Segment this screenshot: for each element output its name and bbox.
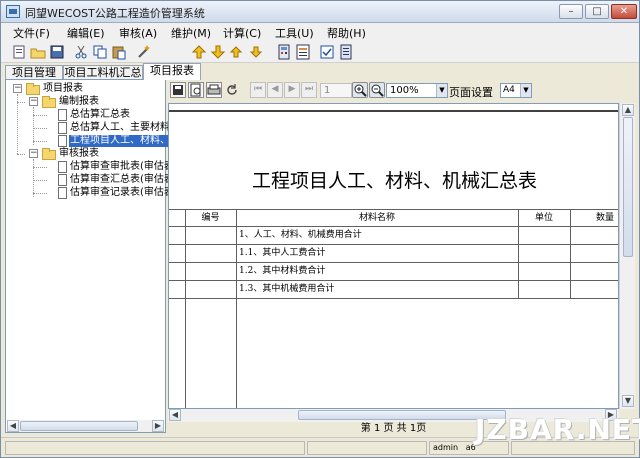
save-report-icon[interactable] (170, 82, 186, 98)
print-icon[interactable] (206, 82, 222, 98)
window-title: 同望WECOST公路工程造价管理系统 (25, 7, 205, 20)
document-icon (58, 161, 67, 173)
arrow-up-icon[interactable] (191, 44, 207, 60)
chevron-down-icon: ▼ (520, 84, 531, 97)
main-toolbar (1, 41, 639, 63)
status-pane-info (307, 441, 427, 455)
column-header-code: 编号 (201, 213, 220, 223)
report-table: 编号 材料名称 单位 数量 1、人工、材料、机械费用合计 1.1、其中人工费合计… (169, 209, 618, 408)
menu-tools[interactable]: 工具(U) (275, 25, 314, 41)
document-icon (58, 187, 67, 199)
site-watermark: JZBAR.NET (475, 413, 640, 446)
preview-icon[interactable] (188, 82, 204, 98)
copy-icon[interactable] (92, 44, 108, 60)
menu-audit[interactable]: 审核(A) (119, 25, 157, 41)
material-name-cell: 1、人工、材料、机械费用合计 (239, 230, 362, 240)
title-bar: 同望WECOST公路工程造价管理系统 – □ ✕ (1, 1, 639, 23)
tree-collapse-compile[interactable]: − (29, 97, 38, 106)
page-top-border (169, 110, 618, 113)
scroll-up-icon[interactable]: ▲ (622, 104, 634, 116)
tab-project-management[interactable]: 项目管理 (5, 65, 63, 80)
form-icon[interactable] (338, 44, 354, 60)
document-icon (58, 109, 67, 121)
menu-maintain[interactable]: 维护(M) (171, 25, 211, 41)
prev-page-button[interactable]: ◀ (267, 82, 283, 98)
main-tabs: 项目管理 项目工料机汇总 项目报表 (1, 63, 639, 80)
scroll-left-icon[interactable]: ◀ (7, 420, 19, 432)
menu-edit[interactable]: 编辑(E) (67, 25, 105, 41)
page-setup-label: 页面设置 (449, 86, 493, 99)
promote-icon[interactable] (229, 44, 245, 60)
first-page-button[interactable]: ⏮ (250, 82, 266, 98)
scroll-thumb[interactable] (20, 421, 138, 431)
scroll-right-icon[interactable]: ▶ (152, 420, 164, 432)
column-header-material-name: 材料名称 (358, 213, 395, 223)
report-title: 工程项目人工、材料、机械汇总表 (251, 170, 537, 192)
folder-icon (42, 96, 56, 108)
demote-icon[interactable] (248, 44, 264, 60)
document-icon (58, 122, 67, 134)
material-name-cell: 1.3、其中机械费用合计 (239, 284, 335, 294)
arrow-down-icon[interactable] (210, 44, 226, 60)
tab-material-summary[interactable]: 项目工料机汇总 (63, 65, 143, 80)
report-viewer: ⏮ ◀ ▶ ⏭ 1 100% ▼ 页面设置 A4 ▼ 工程项目人工、材料、机械汇总表… (168, 79, 635, 436)
paste-icon[interactable] (111, 44, 127, 60)
wand-icon[interactable] (136, 44, 152, 60)
calculator-icon[interactable] (276, 44, 292, 60)
paper-size-select[interactable]: A4 ▼ (500, 83, 532, 98)
maximize-button[interactable]: □ (585, 4, 609, 19)
tree-collapse-root[interactable]: − (13, 84, 22, 93)
menu-calculate[interactable]: 计算(C) (223, 25, 261, 41)
folder-icon (42, 148, 56, 160)
column-header-quantity: 数量 (595, 213, 614, 223)
document-icon (58, 174, 67, 186)
status-pane-main (5, 441, 305, 455)
zoom-select[interactable]: 100% ▼ (386, 83, 448, 98)
next-page-button[interactable]: ▶ (284, 82, 300, 98)
report-tree: − 项目报表 − 编制报表 总估算汇总表 总估算人工、主要材料 工程项目人工、材… (5, 79, 174, 433)
zoom-in-icon[interactable] (352, 82, 368, 98)
last-page-button[interactable]: ⏭ (301, 82, 317, 98)
new-icon[interactable] (11, 44, 27, 60)
tab-project-reports[interactable]: 项目报表 (143, 63, 201, 80)
viewer-vertical-scrollbar[interactable]: ▲ ▼ (619, 103, 635, 409)
open-icon[interactable] (30, 44, 46, 60)
app-window: 同望WECOST公路工程造价管理系统 – □ ✕ 文件(F) 编辑(E) 审核(… (0, 0, 640, 458)
menu-file[interactable]: 文件(F) (13, 25, 50, 41)
material-name-cell: 1.2、其中材料费合计 (239, 266, 326, 276)
refresh-icon[interactable] (224, 82, 240, 98)
report-icon[interactable] (295, 44, 311, 60)
material-name-cell: 1.1、其中人工费合计 (239, 248, 326, 258)
tree-collapse-audit[interactable]: − (29, 149, 38, 158)
scroll-left-icon[interactable]: ◀ (169, 409, 181, 421)
scroll-thumb[interactable] (623, 117, 633, 257)
viewer-toolbar: ⏮ ◀ ▶ ⏭ 1 100% ▼ 页面设置 A4 ▼ (168, 79, 635, 101)
checkbox-icon[interactable] (319, 44, 335, 60)
close-button[interactable]: ✕ (611, 4, 637, 19)
zoom-out-icon[interactable] (369, 82, 385, 98)
cut-icon[interactable] (73, 44, 89, 60)
app-logo-icon (6, 5, 20, 18)
page-number-input[interactable]: 1 (320, 83, 352, 98)
folder-icon (26, 83, 40, 95)
status-user: admin (433, 443, 459, 452)
document-icon (58, 135, 67, 147)
minimize-button[interactable]: – (559, 4, 583, 19)
report-canvas: 工程项目人工、材料、机械汇总表 编号 材料名称 单位 数量 1、人工、材料、机械… (168, 103, 619, 409)
scroll-down-icon[interactable]: ▼ (622, 395, 634, 407)
tree-horizontal-scrollbar[interactable]: ◀ ▶ (7, 420, 164, 432)
menu-bar: 文件(F) 编辑(E) 审核(A) 维护(M) 计算(C) 工具(U) 帮助(H… (1, 23, 639, 41)
save-icon[interactable] (49, 44, 65, 60)
menu-help[interactable]: 帮助(H) (327, 25, 366, 41)
chevron-down-icon: ▼ (436, 84, 447, 97)
column-header-unit: 单位 (534, 213, 553, 223)
